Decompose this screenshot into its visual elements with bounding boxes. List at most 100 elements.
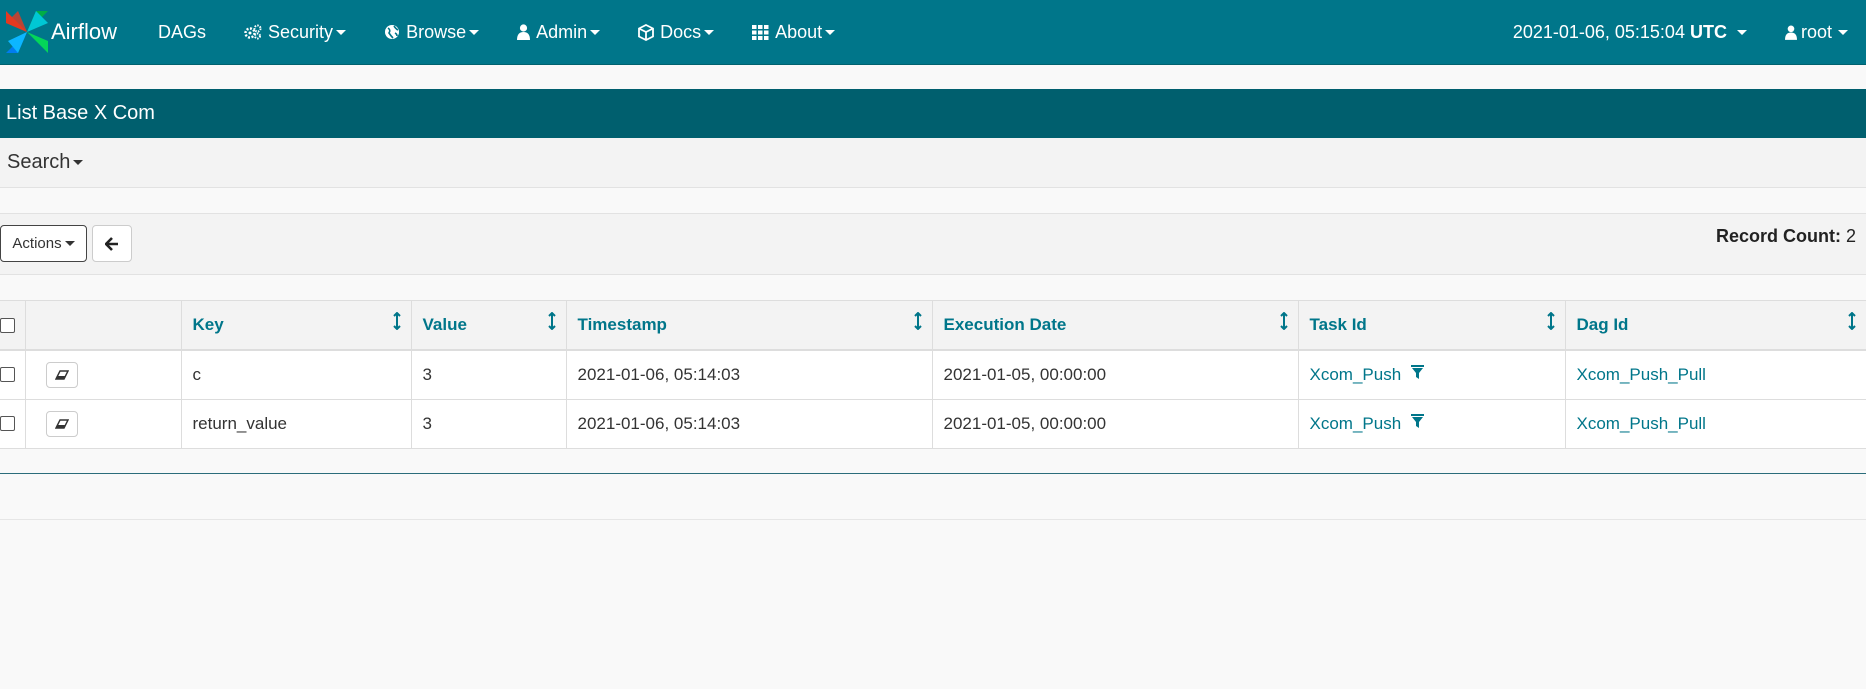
cell-key: return_value (181, 399, 412, 449)
panel-bottom-border (0, 473, 1866, 474)
sort-icon[interactable] (1279, 312, 1288, 330)
user-name: root (1800, 21, 1832, 42)
column-header-dag-id[interactable]: Dag Id (1565, 301, 1866, 351)
utc-clock-dropdown[interactable]: 2021-01-06, 05:15:04 UTC (1493, 0, 1767, 65)
row-checkbox[interactable] (0, 367, 15, 383)
nav-about-label: About (775, 21, 823, 42)
record-count-label: Record Count: (1715, 226, 1841, 246)
nav-browse-label: Browse (406, 21, 467, 42)
column-header-label: Timestamp (577, 315, 667, 334)
filter-icon[interactable] (1410, 413, 1424, 428)
nav-dags[interactable]: DAGs (139, 0, 225, 65)
filter-icon[interactable] (1410, 364, 1424, 379)
brand-name: Airflow (51, 19, 118, 44)
footer-divider (0, 519, 1866, 520)
nav-security-label: Security (268, 21, 334, 42)
dag-id-link[interactable]: Xcom_Push_Pull (1577, 365, 1706, 384)
column-header-key[interactable]: Key (181, 301, 412, 351)
column-header-label: Task Id (1309, 315, 1367, 334)
sort-icon[interactable] (1847, 312, 1856, 330)
row-select-cell (0, 399, 26, 449)
back-button[interactable] (92, 225, 132, 262)
clock-timezone: UTC (1689, 21, 1727, 42)
chevron-down-icon (825, 29, 836, 35)
task-id-link[interactable]: Xcom_Push (1310, 414, 1402, 433)
cell-task-id: Xcom_Push (1298, 350, 1566, 400)
cell-timestamp: 2021-01-06, 05:14:03 (566, 350, 933, 400)
sort-icon[interactable] (1546, 312, 1555, 330)
row-actions-cell (25, 399, 182, 449)
nav-admin-label: Admin (536, 21, 588, 42)
cell-value: 3 (411, 350, 567, 400)
arrow-left-icon (105, 236, 118, 251)
globe-icon (384, 24, 400, 40)
record-count-value: 2 (1845, 226, 1856, 246)
delete-button[interactable] (45, 410, 78, 437)
delete-button[interactable] (45, 361, 78, 388)
search-label: Search (7, 151, 71, 173)
nav-security[interactable]: Security (225, 0, 365, 65)
task-id-link[interactable]: Xcom_Push (1310, 365, 1402, 384)
column-header-label: Value (422, 315, 467, 334)
column-header-label: Key (192, 315, 224, 334)
column-header-label: Execution Date (943, 315, 1067, 334)
row-checkbox[interactable] (0, 416, 15, 431)
column-header-label: Dag Id (1576, 315, 1629, 334)
cell-task-id: Xcom_Push (1298, 399, 1566, 449)
user-icon (517, 24, 531, 40)
nav-dags-label: DAGs (158, 21, 207, 42)
cell-key: c (181, 350, 412, 400)
record-count: Record Count: 2 (1716, 226, 1856, 247)
column-header-timestamp[interactable]: Timestamp (566, 301, 933, 351)
cell-timestamp: 2021-01-06, 05:14:03 (566, 399, 933, 449)
cell-execution-date: 2021-01-05, 00:00:00 (932, 399, 1299, 449)
column-header-task-id[interactable]: Task Id (1298, 301, 1566, 351)
xcom-table-wrapper: Key Value Timestamp Execution Date Task … (0, 300, 1866, 449)
chevron-down-icon (64, 241, 75, 246)
top-navbar: Airflow DAGs Security Browse Admin Docs … (0, 0, 1866, 65)
cell-dag-id: Xcom_Push_Pull (1565, 399, 1866, 449)
airflow-brand[interactable]: Airflow (0, 0, 117, 65)
grid-icon (752, 24, 769, 40)
chevron-down-icon (469, 29, 480, 35)
sort-icon[interactable] (913, 312, 922, 330)
cell-value: 3 (411, 399, 567, 449)
sort-icon[interactable] (547, 312, 556, 330)
chevron-down-icon (590, 29, 601, 35)
row-actions-cell (25, 350, 182, 400)
select-all-cell (0, 301, 26, 351)
xcom-table: Key Value Timestamp Execution Date Task … (0, 301, 1866, 449)
eraser-icon (54, 370, 69, 380)
chevron-down-icon (73, 160, 84, 165)
table-row: return_value 3 2021-01-06, 05:14:03 2021… (0, 399, 1866, 449)
select-all-checkbox[interactable] (0, 317, 15, 333)
search-toggle[interactable]: Search (0, 138, 1866, 188)
chevron-down-icon (336, 29, 347, 35)
clock-time: 2021-01-06, 05:15:04 (1512, 21, 1685, 42)
actions-label: Actions (12, 235, 62, 252)
actions-column-header (25, 301, 182, 351)
cell-dag-id: Xcom_Push_Pull (1565, 350, 1866, 400)
actions-dropdown-button[interactable]: Actions (0, 225, 87, 262)
column-header-execution-date[interactable]: Execution Date (932, 301, 1299, 351)
sort-icon[interactable] (392, 312, 401, 330)
row-select-cell (0, 350, 26, 400)
chevron-down-icon (704, 29, 715, 35)
table-header-row: Key Value Timestamp Execution Date Task … (0, 301, 1866, 351)
column-header-value[interactable]: Value (411, 301, 567, 351)
cube-icon (638, 23, 655, 41)
actions-toolbar: Actions Record Count: 2 (0, 213, 1866, 275)
chevron-down-icon (1838, 29, 1848, 35)
nav-about[interactable]: About (733, 0, 854, 65)
cell-execution-date: 2021-01-05, 00:00:00 (932, 350, 1299, 400)
user-icon (1784, 24, 1797, 40)
chevron-down-icon (1736, 29, 1747, 35)
cogs-icon (244, 24, 262, 40)
dag-id-link[interactable]: Xcom_Push_Pull (1577, 414, 1706, 433)
user-menu[interactable]: root (1767, 0, 1866, 65)
nav-docs[interactable]: Docs (619, 0, 733, 65)
eraser-icon (54, 418, 69, 429)
nav-browse[interactable]: Browse (365, 0, 498, 65)
nav-admin[interactable]: Admin (498, 0, 619, 65)
nav-docs-label: Docs (660, 21, 702, 42)
